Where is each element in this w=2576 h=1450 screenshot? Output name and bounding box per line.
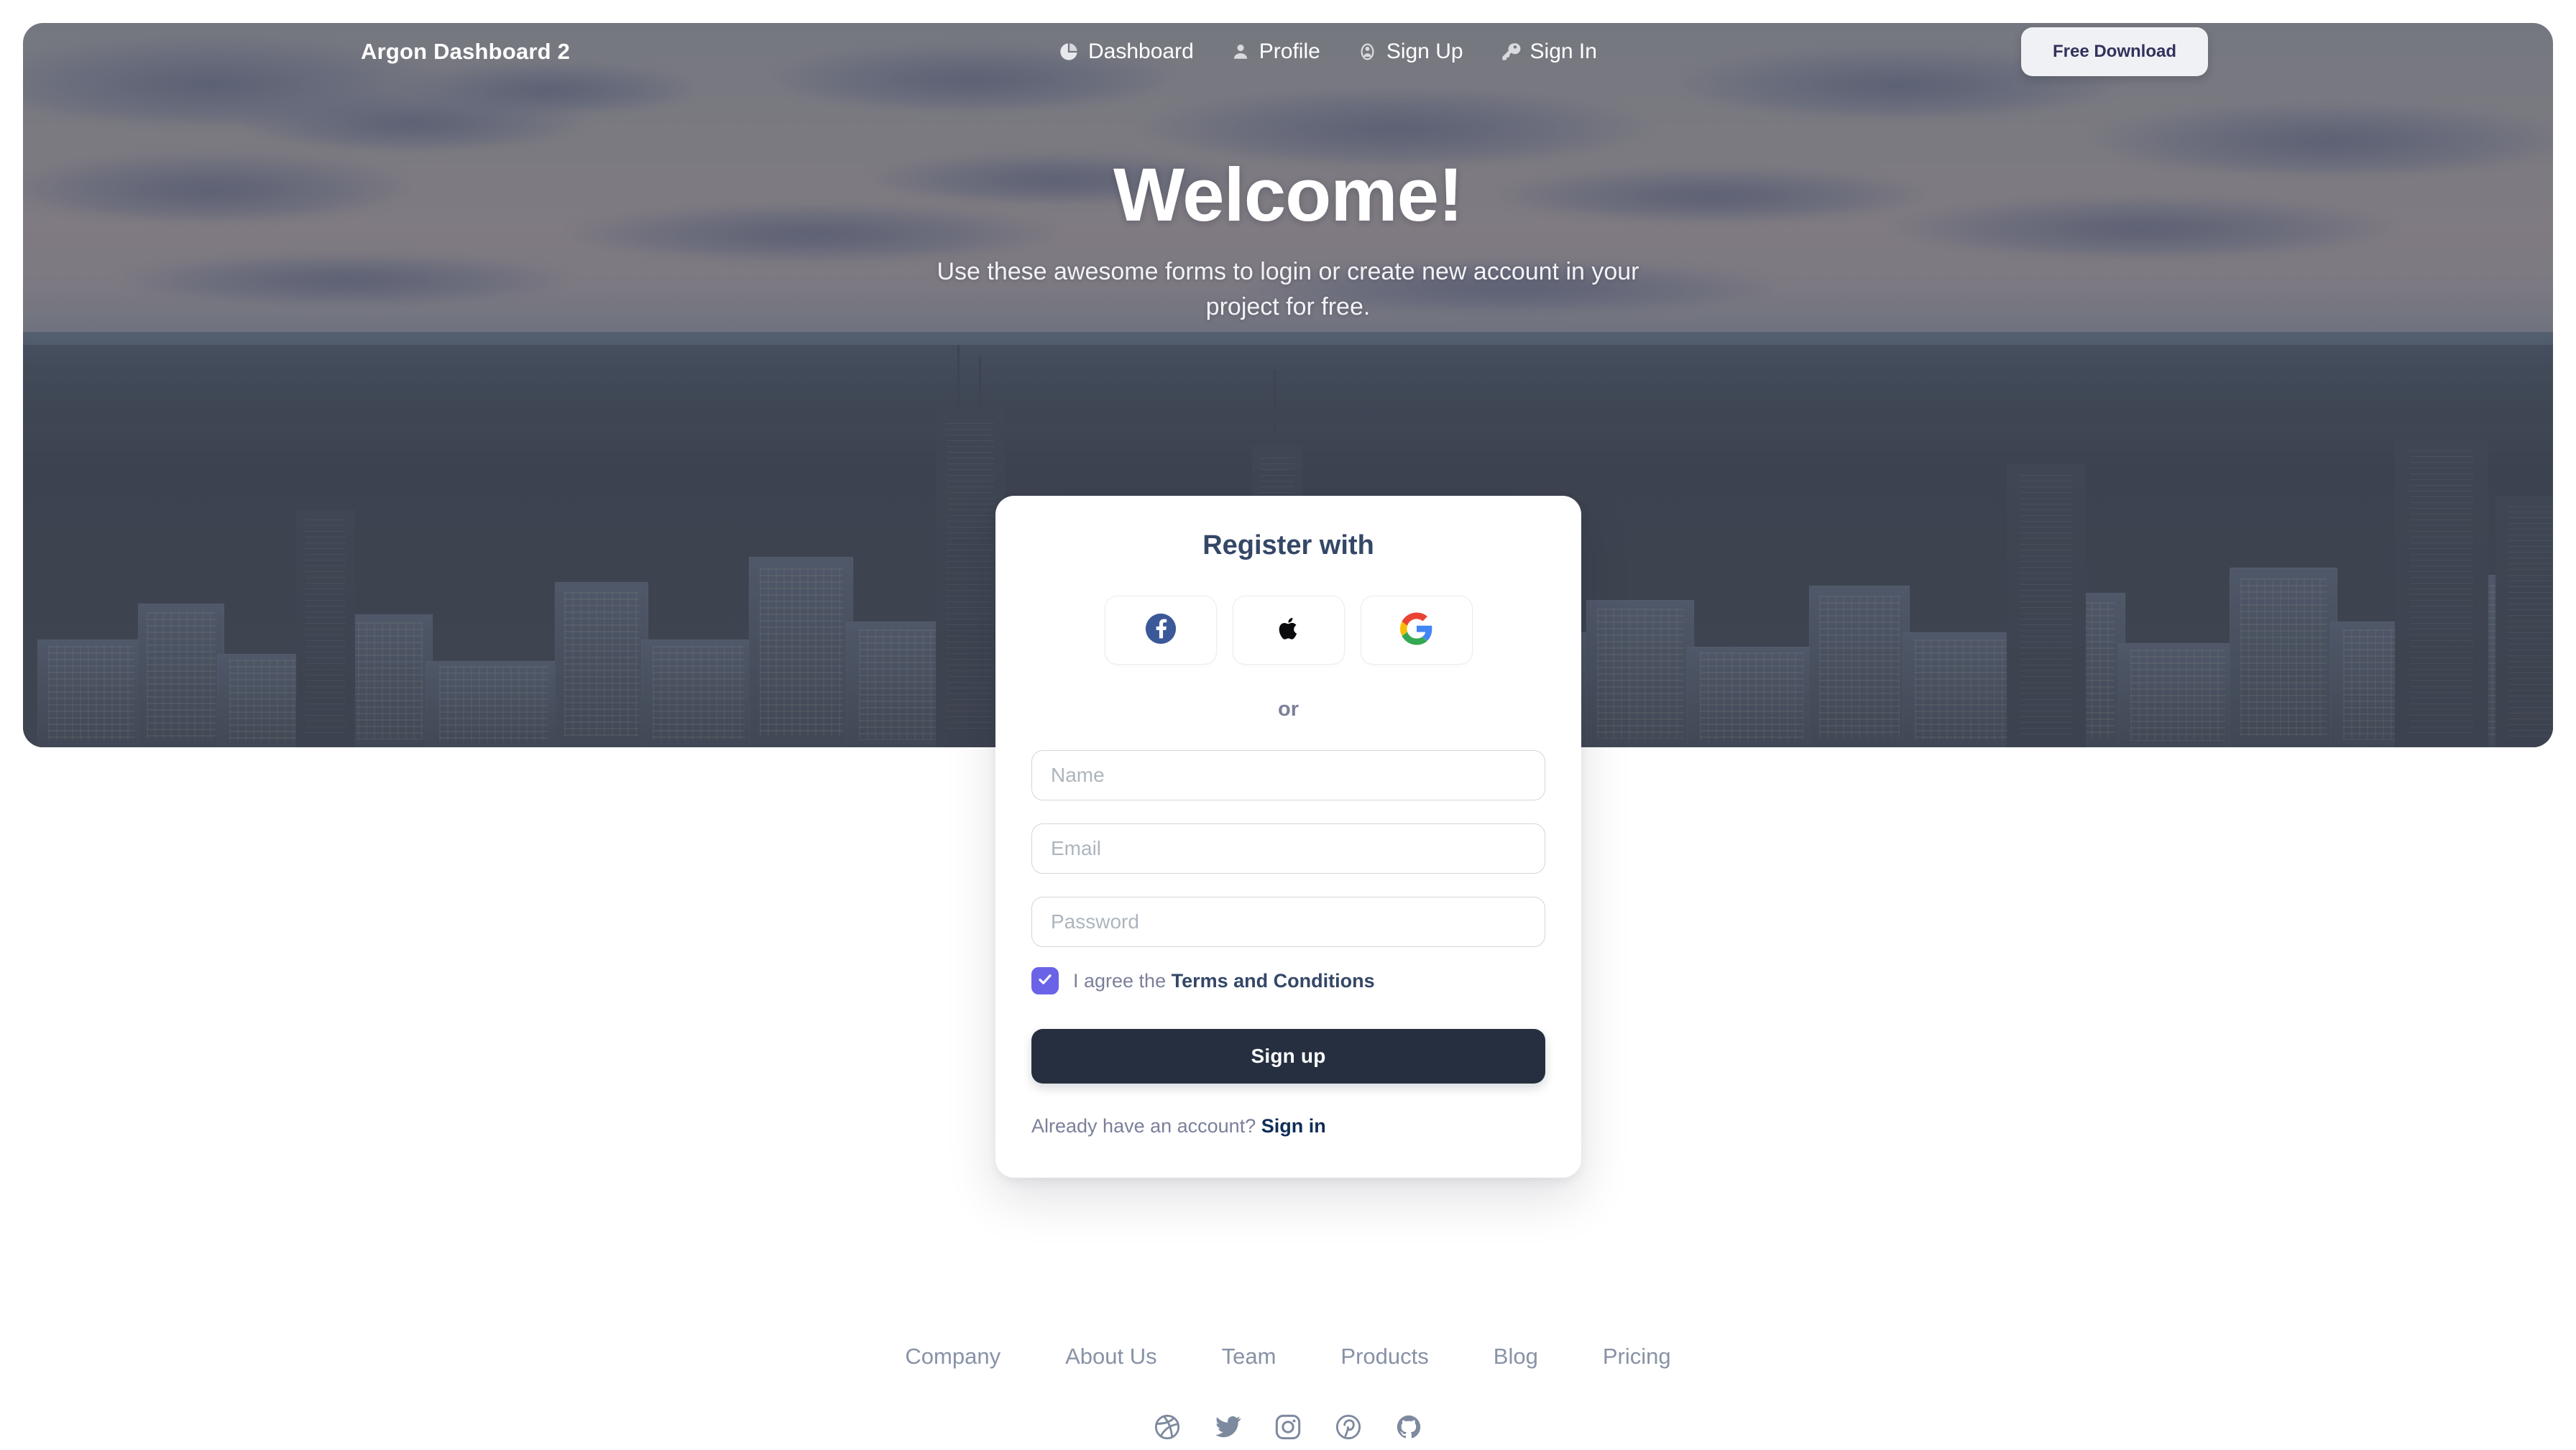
terms-checkbox[interactable] (1031, 967, 1059, 994)
or-divider-label: or (1278, 698, 1299, 721)
register-card: Register with or Name Email Password I a… (995, 496, 1581, 1178)
footer-link-pricing[interactable]: Pricing (1570, 1344, 1703, 1370)
password-input[interactable] (1031, 897, 1545, 947)
apple-login-button[interactable] (1232, 596, 1345, 665)
apple-icon (1274, 612, 1304, 649)
page-footer: Company About Us Team Products Blog Pric… (0, 1344, 2576, 1445)
github-icon[interactable] (1394, 1413, 1423, 1445)
nav-item-label: Dashboard (1088, 40, 1194, 63)
nav-item-label: Sign In (1530, 40, 1597, 63)
sign-in-prompt: Already have an account? Sign in (1031, 1115, 1545, 1137)
navbar-links: Dashboard Profile Sign Up Sign In (1040, 40, 1616, 64)
terms-agreement-label: I agree the Terms and Conditions (1073, 970, 1375, 992)
footer-link-team[interactable]: Team (1190, 1344, 1309, 1370)
check-icon (1036, 971, 1054, 992)
twitter-icon[interactable] (1213, 1413, 1242, 1445)
brand-logo-text[interactable]: Argon Dashboard 2 (361, 39, 570, 65)
email-input[interactable] (1031, 823, 1545, 874)
hero-text-block: Welcome! Use these awesome forms to logi… (0, 154, 2576, 324)
footer-social-row (0, 1413, 2576, 1445)
footer-link-products[interactable]: Products (1308, 1344, 1460, 1370)
facebook-icon (1144, 612, 1177, 649)
page-title: Welcome! (1113, 153, 1463, 237)
terms-agreement-row: I agree the Terms and Conditions (1031, 967, 1545, 994)
social-login-row (1031, 596, 1545, 665)
google-login-button[interactable] (1360, 596, 1473, 665)
nav-item-sign-in[interactable]: Sign In (1482, 40, 1616, 64)
google-icon (1399, 611, 1433, 649)
terms-prefix-text: I agree the (1073, 969, 1172, 992)
footer-link-about-us[interactable]: About Us (1033, 1344, 1190, 1370)
facebook-login-button[interactable] (1104, 596, 1217, 665)
footer-link-blog[interactable]: Blog (1461, 1344, 1570, 1370)
free-download-button[interactable]: Free Download (2020, 27, 2208, 76)
footer-links-row: Company About Us Team Products Blog Pric… (0, 1344, 2576, 1370)
sign-up-button[interactable]: Sign up (1031, 1029, 1545, 1084)
nav-item-profile[interactable]: Profile (1213, 40, 1339, 64)
pinterest-icon[interactable] (1334, 1413, 1363, 1445)
footer-link-company[interactable]: Company (873, 1344, 1033, 1370)
sign-in-prompt-text: Already have an account? (1031, 1115, 1261, 1137)
terms-and-conditions-link[interactable]: Terms and Conditions (1172, 970, 1375, 992)
nav-item-dashboard[interactable]: Dashboard (1040, 40, 1213, 64)
nav-item-label: Profile (1259, 40, 1320, 63)
hero-subtitle: Use these awesome forms to login or crea… (937, 258, 1639, 320)
sign-in-link[interactable]: Sign in (1261, 1115, 1326, 1137)
user-circle-icon (1358, 42, 1377, 62)
key-icon (1501, 42, 1521, 62)
top-navbar: Argon Dashboard 2 Dashboard Profile Sign… (23, 23, 2553, 80)
pie-chart-icon (1059, 42, 1079, 62)
nav-item-label: Sign Up (1386, 40, 1463, 63)
nav-item-sign-up[interactable]: Sign Up (1339, 40, 1482, 64)
name-input[interactable] (1031, 750, 1545, 800)
dribbble-icon[interactable] (1153, 1413, 1182, 1445)
register-card-title: Register with (1202, 530, 1374, 560)
instagram-icon[interactable] (1274, 1413, 1302, 1445)
user-icon (1231, 42, 1250, 62)
